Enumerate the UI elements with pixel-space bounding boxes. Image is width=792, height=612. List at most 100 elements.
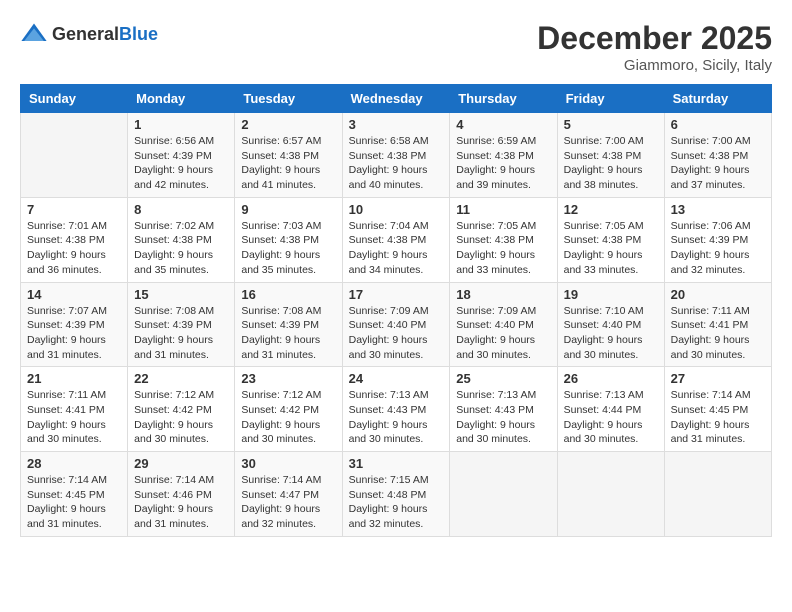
day-info: Sunrise: 7:02 AMSunset: 4:38 PMDaylight:…	[134, 219, 228, 278]
day-info: Sunrise: 7:07 AMSunset: 4:39 PMDaylight:…	[27, 304, 121, 363]
day-info: Sunrise: 6:59 AMSunset: 4:38 PMDaylight:…	[456, 134, 550, 193]
day-info: Sunrise: 7:11 AMSunset: 4:41 PMDaylight:…	[27, 388, 121, 447]
calendar-cell: 17Sunrise: 7:09 AMSunset: 4:40 PMDayligh…	[342, 282, 450, 367]
day-info: Sunrise: 7:00 AMSunset: 4:38 PMDaylight:…	[564, 134, 658, 193]
calendar-cell: 29 Sunrise: 7:14 AMSunset: 4:46 PMDayligh…	[128, 452, 235, 537]
day-number: 8	[134, 202, 228, 217]
day-number: 31	[349, 456, 444, 471]
calendar-cell: 16 Sunrise: 7:08 AMSunset: 4:39 PMDayligh…	[235, 282, 342, 367]
day-number: 23	[241, 371, 335, 386]
day-info: Sunrise: 7:13 AMSunset: 4:43 PMDaylight:…	[456, 388, 550, 447]
logo-blue: Blue	[119, 24, 158, 44]
calendar-cell: 31 Sunrise: 7:15 AMSunset: 4:48 PMDayligh…	[342, 452, 450, 537]
day-info: Sunrise: 7:12 AMSunset: 4:42 PMDaylight:…	[134, 388, 228, 447]
day-number: 9	[241, 202, 335, 217]
day-info: Sunrise: 6:56 AMSunset: 4:39 PMDaylight:…	[134, 134, 228, 193]
calendar-table: SundayMondayTuesdayWednesdayThursdayFrid…	[20, 84, 772, 537]
day-number: 5	[564, 117, 658, 132]
weekday-header: Thursday	[450, 85, 557, 113]
day-info: Sunrise: 7:15 AMSunset: 4:48 PMDaylight:…	[349, 473, 444, 532]
calendar-cell: 20 Sunrise: 7:11 AMSunset: 4:41 PMDayligh…	[664, 282, 771, 367]
calendar-week-row: 21 Sunrise: 7:11 AMSunset: 4:41 PMDayligh…	[21, 367, 772, 452]
day-info: Sunrise: 7:00 AMSunset: 4:38 PMDaylight:…	[671, 134, 765, 193]
calendar-week-row: 28Sunrise: 7:14 AMSunset: 4:45 PMDayligh…	[21, 452, 772, 537]
day-info: Sunrise: 7:12 AMSunset: 4:42 PMDaylight:…	[241, 388, 335, 447]
calendar-cell: 6 Sunrise: 7:00 AMSunset: 4:38 PMDaylight…	[664, 113, 771, 198]
day-info: Sunrise: 7:10 AMSunset: 4:40 PMDaylight:…	[564, 304, 658, 363]
day-info: Sunrise: 7:14 AMSunset: 4:47 PMDaylight:…	[241, 473, 335, 532]
day-info: Sunrise: 7:14 AMSunset: 4:45 PMDaylight:…	[27, 473, 121, 532]
logo: GeneralBlue	[20, 20, 158, 48]
day-number: 11	[456, 202, 550, 217]
calendar-cell: 24 Sunrise: 7:13 AMSunset: 4:43 PMDayligh…	[342, 367, 450, 452]
day-number: 16	[241, 287, 335, 302]
calendar-week-row: 7 Sunrise: 7:01 AMSunset: 4:38 PMDaylight…	[21, 197, 772, 282]
weekday-header: Saturday	[664, 85, 771, 113]
day-number: 24	[349, 371, 444, 386]
calendar-cell: 25Sunrise: 7:13 AMSunset: 4:43 PMDayligh…	[450, 367, 557, 452]
calendar-cell: 10 Sunrise: 7:04 AMSunset: 4:38 PMDayligh…	[342, 197, 450, 282]
calendar-cell	[557, 452, 664, 537]
page-header: GeneralBlue December 2025 Giammoro, Sici…	[20, 20, 772, 74]
calendar-cell: 21 Sunrise: 7:11 AMSunset: 4:41 PMDayligh…	[21, 367, 128, 452]
calendar-cell	[21, 113, 128, 198]
title-block: December 2025 Giammoro, Sicily, Italy	[537, 20, 772, 74]
calendar-cell: 30 Sunrise: 7:14 AMSunset: 4:47 PMDayligh…	[235, 452, 342, 537]
weekday-header: Sunday	[21, 85, 128, 113]
calendar-cell: 8 Sunrise: 7:02 AMSunset: 4:38 PMDaylight…	[128, 197, 235, 282]
calendar-cell: 4 Sunrise: 6:59 AMSunset: 4:38 PMDaylight…	[450, 113, 557, 198]
day-info: Sunrise: 7:14 AMSunset: 4:46 PMDaylight:…	[134, 473, 228, 532]
day-info: Sunrise: 7:09 AMSunset: 4:40 PMDaylight:…	[456, 304, 550, 363]
day-number: 12	[564, 202, 658, 217]
calendar-cell: 5 Sunrise: 7:00 AMSunset: 4:38 PMDaylight…	[557, 113, 664, 198]
month-title: December 2025	[537, 20, 772, 57]
day-number: 27	[671, 371, 765, 386]
day-info: Sunrise: 7:01 AMSunset: 4:38 PMDaylight:…	[27, 219, 121, 278]
weekday-header-row: SundayMondayTuesdayWednesdayThursdayFrid…	[21, 85, 772, 113]
day-number: 17	[349, 287, 444, 302]
day-info: Sunrise: 6:58 AMSunset: 4:38 PMDaylight:…	[349, 134, 444, 193]
day-info: Sunrise: 7:06 AMSunset: 4:39 PMDaylight:…	[671, 219, 765, 278]
day-number: 1	[134, 117, 228, 132]
day-info: Sunrise: 7:05 AMSunset: 4:38 PMDaylight:…	[456, 219, 550, 278]
calendar-cell: 15 Sunrise: 7:08 AMSunset: 4:39 PMDayligh…	[128, 282, 235, 367]
day-info: Sunrise: 7:13 AMSunset: 4:44 PMDaylight:…	[564, 388, 658, 447]
calendar-cell	[664, 452, 771, 537]
logo-icon	[20, 20, 48, 48]
day-info: Sunrise: 7:08 AMSunset: 4:39 PMDaylight:…	[134, 304, 228, 363]
day-info: Sunrise: 7:04 AMSunset: 4:38 PMDaylight:…	[349, 219, 444, 278]
day-number: 30	[241, 456, 335, 471]
day-number: 21	[27, 371, 121, 386]
weekday-header: Monday	[128, 85, 235, 113]
calendar-cell: 13Sunrise: 7:06 AMSunset: 4:39 PMDayligh…	[664, 197, 771, 282]
logo-general: General	[52, 24, 119, 44]
day-number: 15	[134, 287, 228, 302]
day-number: 4	[456, 117, 550, 132]
calendar-cell: 28Sunrise: 7:14 AMSunset: 4:45 PMDayligh…	[21, 452, 128, 537]
calendar-cell: 19 Sunrise: 7:10 AMSunset: 4:40 PMDayligh…	[557, 282, 664, 367]
weekday-header: Wednesday	[342, 85, 450, 113]
day-number: 26	[564, 371, 658, 386]
calendar-cell	[450, 452, 557, 537]
calendar-cell: 23 Sunrise: 7:12 AMSunset: 4:42 PMDayligh…	[235, 367, 342, 452]
calendar-cell: 11 Sunrise: 7:05 AMSunset: 4:38 PMDayligh…	[450, 197, 557, 282]
day-number: 7	[27, 202, 121, 217]
day-number: 14	[27, 287, 121, 302]
day-number: 10	[349, 202, 444, 217]
calendar-cell: 9Sunrise: 7:03 AMSunset: 4:38 PMDaylight…	[235, 197, 342, 282]
day-number: 6	[671, 117, 765, 132]
day-info: Sunrise: 6:57 AMSunset: 4:38 PMDaylight:…	[241, 134, 335, 193]
day-info: Sunrise: 7:13 AMSunset: 4:43 PMDaylight:…	[349, 388, 444, 447]
day-number: 29	[134, 456, 228, 471]
day-info: Sunrise: 7:11 AMSunset: 4:41 PMDaylight:…	[671, 304, 765, 363]
calendar-week-row: 1 Sunrise: 6:56 AMSunset: 4:39 PMDaylight…	[21, 113, 772, 198]
weekday-header: Tuesday	[235, 85, 342, 113]
calendar-cell: 18Sunrise: 7:09 AMSunset: 4:40 PMDayligh…	[450, 282, 557, 367]
calendar-cell: 2Sunrise: 6:57 AMSunset: 4:38 PMDaylight…	[235, 113, 342, 198]
day-number: 3	[349, 117, 444, 132]
calendar-cell: 7 Sunrise: 7:01 AMSunset: 4:38 PMDaylight…	[21, 197, 128, 282]
day-number: 19	[564, 287, 658, 302]
day-number: 20	[671, 287, 765, 302]
day-info: Sunrise: 7:08 AMSunset: 4:39 PMDaylight:…	[241, 304, 335, 363]
calendar-cell: 12Sunrise: 7:05 AMSunset: 4:38 PMDayligh…	[557, 197, 664, 282]
